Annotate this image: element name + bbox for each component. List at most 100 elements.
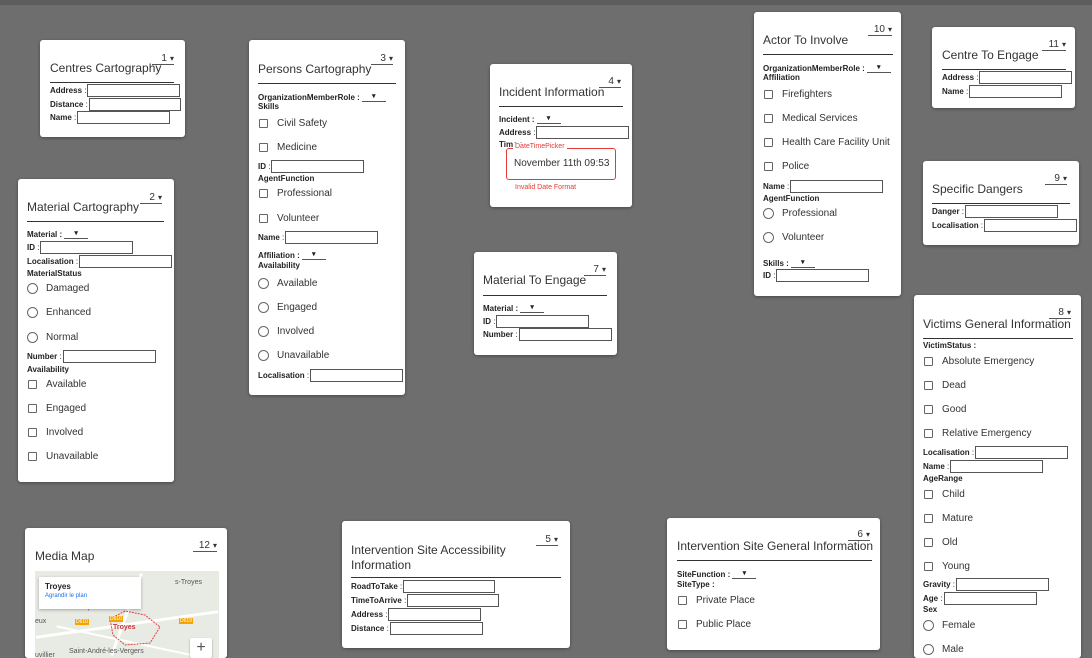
- card-selector[interactable]: 3 ▾: [371, 53, 393, 65]
- site-type-check-private[interactable]: Private Place: [678, 595, 755, 606]
- affiliation-select[interactable]: Affiliation : ▾: [258, 250, 326, 260]
- card-selector[interactable]: 12 ▾: [193, 540, 217, 552]
- material-select[interactable]: Material : ▾: [27, 229, 89, 239]
- age-check-old[interactable]: Old: [924, 537, 958, 548]
- affiliation-check-health-care[interactable]: Health Care Facility Unit: [764, 137, 890, 148]
- function-radio-volunteer[interactable]: Volunteer: [763, 232, 824, 243]
- availability-radio-involved[interactable]: Involved: [258, 326, 314, 337]
- card-selector[interactable]: 6 ▾: [848, 529, 870, 541]
- card-selector[interactable]: 8 ▾: [1049, 307, 1071, 319]
- card-selector[interactable]: 10 ▾: [868, 24, 892, 36]
- address-input[interactable]: [87, 84, 181, 97]
- number-input[interactable]: [62, 350, 156, 363]
- function-radio-professional[interactable]: Professional: [763, 208, 837, 219]
- org-role-select[interactable]: OrganizationMemberRole : ▾: [258, 92, 386, 102]
- status-check-absolute[interactable]: Absolute Emergency: [924, 356, 1034, 367]
- age-check-young[interactable]: Young: [924, 561, 970, 572]
- gravity-field[interactable]: Gravity: [923, 578, 1050, 591]
- availability-radio-engaged[interactable]: Engaged: [258, 302, 317, 313]
- number-field[interactable]: Number: [483, 328, 612, 341]
- status-check-dead[interactable]: Dead: [924, 380, 966, 391]
- address-field[interactable]: Address: [50, 84, 181, 97]
- localisation-input[interactable]: [79, 255, 173, 268]
- localisation-input[interactable]: [975, 446, 1069, 459]
- name-field[interactable]: Name: [50, 111, 171, 124]
- affiliation-check-medical[interactable]: Medical Services: [764, 113, 858, 124]
- localisation-field[interactable]: Localisation: [27, 255, 173, 268]
- id-input[interactable]: [271, 160, 365, 173]
- number-input[interactable]: [518, 328, 612, 341]
- gravity-input[interactable]: [956, 578, 1050, 591]
- localisation-field[interactable]: Localisation: [932, 219, 1078, 232]
- enlarge-map-link[interactable]: Agrandir le plan: [45, 593, 87, 599]
- localisation-input[interactable]: [310, 369, 404, 382]
- id-input[interactable]: [496, 315, 590, 328]
- address-input[interactable]: [388, 608, 482, 621]
- localisation-field[interactable]: Localisation: [923, 446, 1069, 459]
- affiliation-check-police[interactable]: Police: [764, 161, 809, 172]
- address-field[interactable]: Address: [499, 126, 630, 139]
- incident-select[interactable]: Incident : ▾: [499, 114, 561, 124]
- age-input[interactable]: [943, 592, 1037, 605]
- address-input[interactable]: [979, 71, 1073, 84]
- address-field[interactable]: Address: [942, 71, 1073, 84]
- localisation-input[interactable]: [984, 219, 1078, 232]
- name-input[interactable]: [790, 180, 884, 193]
- name-input[interactable]: [950, 460, 1044, 473]
- availability-check-involved[interactable]: Involved: [28, 427, 83, 438]
- danger-input[interactable]: [965, 205, 1059, 218]
- localisation-field[interactable]: Localisation: [258, 369, 404, 382]
- card-selector[interactable]: 2 ▾: [140, 192, 162, 204]
- distance-input[interactable]: [389, 622, 483, 635]
- affiliation-check-firefighters[interactable]: Firefighters: [764, 89, 832, 100]
- skills-check-civil-safety[interactable]: Civil Safety: [259, 118, 327, 129]
- number-field[interactable]: Number: [27, 350, 156, 363]
- id-field[interactable]: ID: [27, 241, 134, 254]
- skills-select[interactable]: Skills : ▾: [763, 258, 815, 268]
- card-selector[interactable]: 4 ▾: [599, 76, 621, 88]
- address-input[interactable]: [536, 126, 630, 139]
- name-input[interactable]: [77, 111, 171, 124]
- datetime-picker[interactable]: DateTimePicker November 11th 09:53: [506, 143, 616, 180]
- card-selector[interactable]: 5 ▾: [536, 534, 558, 546]
- name-field[interactable]: Name: [942, 85, 1063, 98]
- age-check-child[interactable]: Child: [924, 489, 965, 500]
- address-field[interactable]: Address: [351, 608, 482, 621]
- status-radio-normal[interactable]: Normal: [27, 332, 78, 343]
- zoom-in-button[interactable]: +: [190, 638, 212, 658]
- name-field[interactable]: Name: [923, 460, 1044, 473]
- distance-input[interactable]: [88, 98, 181, 111]
- status-check-good[interactable]: Good: [924, 404, 966, 415]
- road-field[interactable]: RoadToTake: [351, 580, 496, 593]
- distance-field[interactable]: Distance: [351, 622, 483, 635]
- id-field[interactable]: ID: [258, 160, 365, 173]
- org-role-select[interactable]: OrganizationMemberRole : ▾: [763, 63, 891, 73]
- availability-check-engaged[interactable]: Engaged: [28, 403, 86, 414]
- material-select[interactable]: Material : ▾: [483, 303, 545, 313]
- road-input[interactable]: [403, 580, 496, 593]
- name-input[interactable]: [969, 85, 1063, 98]
- availability-check-available[interactable]: Available: [28, 379, 86, 390]
- time-to-arrive-field[interactable]: TimeToArrive: [351, 594, 500, 607]
- skills-check-medicine[interactable]: Medicine: [259, 142, 317, 153]
- status-radio-damaged[interactable]: Damaged: [27, 283, 89, 294]
- status-check-relative[interactable]: Relative Emergency: [924, 428, 1031, 439]
- id-field[interactable]: ID: [763, 269, 870, 282]
- card-selector[interactable]: 11 ▾: [1042, 39, 1066, 51]
- name-field[interactable]: Name: [258, 231, 379, 244]
- card-selector[interactable]: 9 ▾: [1045, 173, 1067, 185]
- availability-radio-unavailable[interactable]: Unavailable: [258, 350, 329, 361]
- distance-field[interactable]: Distance: [50, 98, 181, 111]
- id-input[interactable]: [40, 241, 134, 254]
- function-check-professional[interactable]: Professional: [259, 188, 332, 199]
- age-check-mature[interactable]: Mature: [924, 513, 973, 524]
- availability-radio-available[interactable]: Available: [258, 278, 317, 289]
- sex-radio-female[interactable]: Female: [923, 620, 975, 631]
- sex-radio-male[interactable]: Male: [923, 644, 964, 655]
- availability-check-unavailable[interactable]: Unavailable: [28, 451, 98, 462]
- danger-field[interactable]: Danger: [932, 205, 1059, 218]
- site-type-check-public[interactable]: Public Place: [678, 619, 751, 630]
- site-function-select[interactable]: SiteFunction : ▾: [677, 569, 757, 579]
- function-check-volunteer[interactable]: Volunteer: [259, 213, 319, 224]
- name-field[interactable]: Name: [763, 180, 884, 193]
